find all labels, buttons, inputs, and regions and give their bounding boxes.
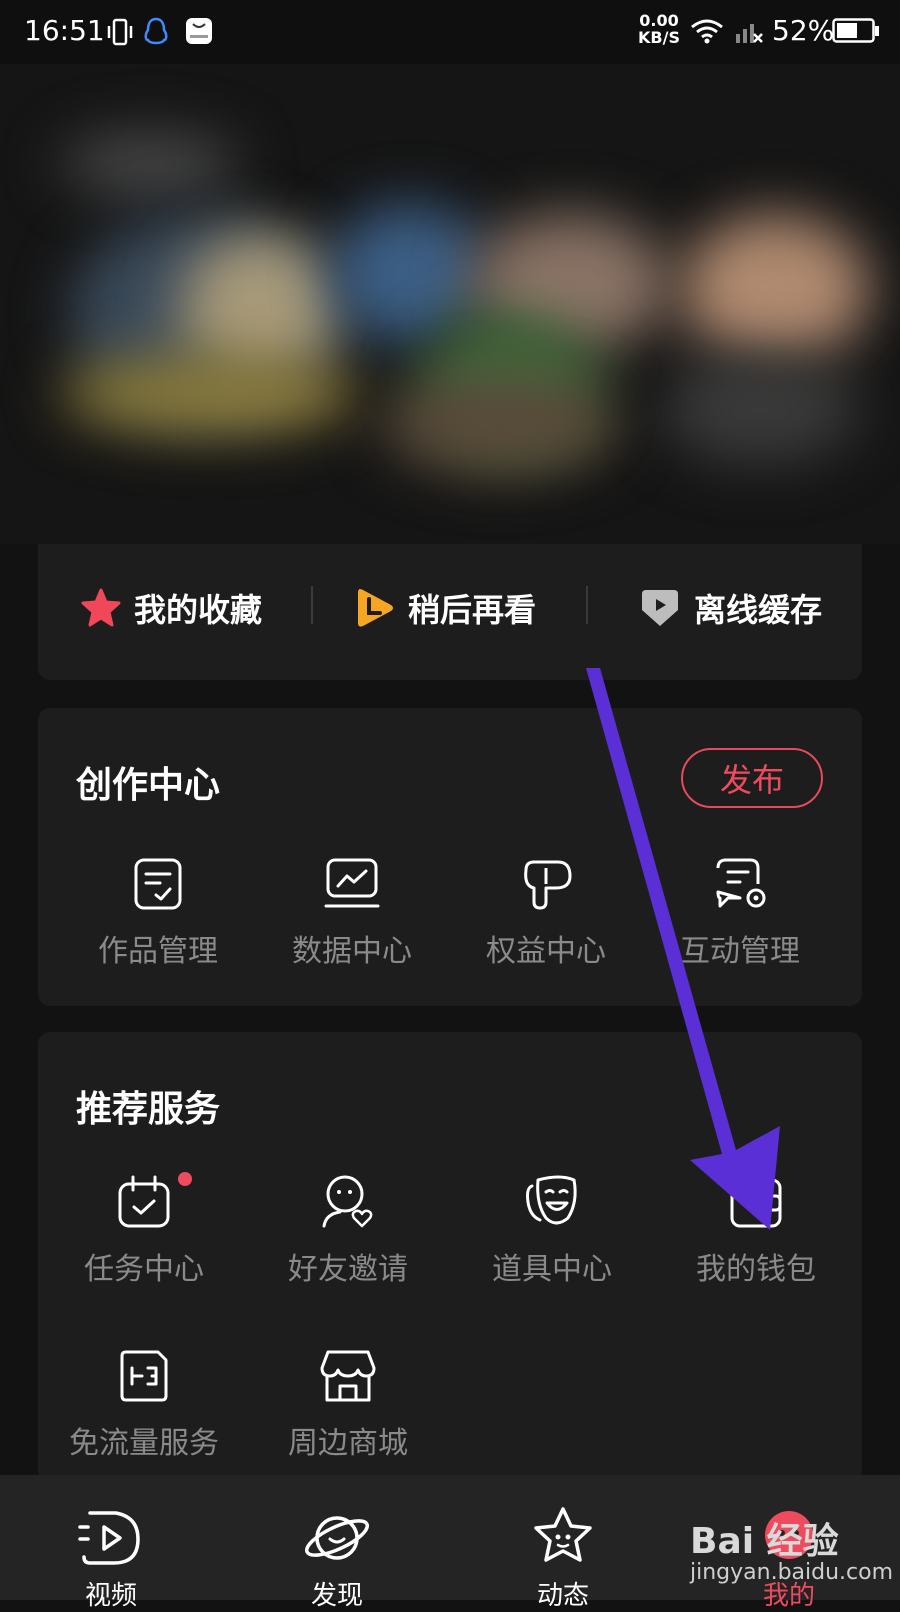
invite-friend-label: 好友邀请 bbox=[288, 1252, 408, 1287]
creator-center-title: 创作中心 bbox=[76, 765, 221, 806]
free-data-icon bbox=[120, 1350, 168, 1402]
works-manage-item[interactable]: 作品管理 bbox=[58, 854, 258, 970]
watch-later-label: 稍后再看 bbox=[408, 591, 537, 629]
interaction-manage-label: 互动管理 bbox=[680, 934, 800, 969]
invite-friend-icon bbox=[322, 1175, 373, 1228]
merch-store-item[interactable]: 周边商城 bbox=[248, 1346, 448, 1462]
my-wallet-item[interactable]: 我的钱包 bbox=[656, 1172, 856, 1288]
interaction-manage-item[interactable]: 互动管理 bbox=[640, 854, 840, 970]
props-center-label: 道具中心 bbox=[492, 1252, 612, 1287]
nav-dynamics[interactable]: 动态 bbox=[488, 1475, 638, 1611]
favorites-star-icon bbox=[81, 588, 121, 627]
battery-percent: 52% bbox=[772, 14, 835, 47]
wifi-icon bbox=[691, 19, 723, 44]
vibrate-icon bbox=[107, 18, 133, 46]
creator-center-card: 创作中心 发布 作品管理 数据中心 权益中心 互动管理 bbox=[38, 708, 862, 1006]
offline-label: 离线缓存 bbox=[694, 591, 823, 629]
offline-download-icon bbox=[642, 590, 678, 626]
interaction-icon bbox=[716, 858, 766, 908]
works-manage-label: 作品管理 bbox=[98, 934, 218, 969]
watch-later-button[interactable]: 稍后再看 bbox=[354, 580, 536, 636]
quick-divider bbox=[311, 586, 313, 624]
publish-button[interactable]: 发布 bbox=[681, 748, 823, 808]
task-center-item[interactable]: 任务中心 bbox=[44, 1172, 244, 1288]
task-center-label: 任务中心 bbox=[84, 1252, 204, 1287]
nav-dynamics-label: 动态 bbox=[536, 1581, 589, 1611]
star-face-icon bbox=[534, 1507, 592, 1562]
rights-center-label: 权益中心 bbox=[486, 934, 606, 969]
favorites-button[interactable]: 我的收藏 bbox=[80, 580, 262, 636]
data-center-label: 数据中心 bbox=[292, 934, 412, 969]
props-mask-icon bbox=[526, 1175, 577, 1225]
recommended-services-card: 推荐服务 任务中心 好友邀请 道具中心 我的钱包 免流量服务 周边商城 bbox=[38, 1032, 862, 1482]
wallet-icon bbox=[730, 1178, 782, 1228]
free-data-item[interactable]: 免流量服务 bbox=[44, 1346, 244, 1462]
nav-discover[interactable]: 发现 bbox=[262, 1475, 412, 1611]
store-icon bbox=[320, 1350, 376, 1402]
task-badge-dot bbox=[178, 1172, 192, 1186]
nav-video[interactable]: 视频 bbox=[36, 1475, 186, 1611]
invite-friend-item[interactable]: 好友邀请 bbox=[248, 1172, 448, 1288]
status-time: 16:51 bbox=[24, 14, 105, 47]
my-wallet-label: 我的钱包 bbox=[696, 1252, 816, 1287]
offline-cache-button[interactable]: 离线缓存 bbox=[638, 580, 822, 636]
baidu-jingyan-logo: Bai 经验 bbox=[690, 1521, 839, 1562]
data-center-item[interactable]: 数据中心 bbox=[252, 854, 452, 970]
nav-video-label: 视频 bbox=[84, 1581, 137, 1611]
quick-divider bbox=[586, 586, 588, 624]
nav-discover-label: 发现 bbox=[310, 1581, 363, 1611]
data-chart-icon bbox=[324, 858, 380, 908]
props-center-item[interactable]: 道具中心 bbox=[452, 1172, 652, 1288]
huawei-appgallery-icon bbox=[186, 18, 212, 44]
task-calendar-icon bbox=[118, 1175, 170, 1228]
signal-icon bbox=[736, 24, 763, 43]
free-data-label: 免流量服务 bbox=[69, 1426, 219, 1461]
rights-center-item[interactable]: 权益中心 bbox=[446, 854, 646, 970]
profile-banner-blurred bbox=[0, 64, 900, 544]
favorites-label: 我的收藏 bbox=[134, 591, 263, 629]
baidu-jingyan-url: jingyan.baidu.com bbox=[690, 1560, 894, 1585]
rights-icon bbox=[524, 860, 572, 910]
works-manage-icon bbox=[134, 858, 182, 910]
video-icon bbox=[78, 1511, 140, 1565]
network-speed: 0.00 KB/S bbox=[638, 11, 680, 47]
watch-later-icon bbox=[358, 589, 393, 627]
status-bar: 16:51 0.00 KB/S 52% bbox=[0, 0, 900, 64]
recommended-title: 推荐服务 bbox=[76, 1089, 221, 1130]
qq-icon bbox=[144, 17, 168, 45]
battery-icon bbox=[832, 18, 879, 43]
planet-icon bbox=[304, 1516, 370, 1560]
merch-store-label: 周边商城 bbox=[288, 1426, 408, 1461]
